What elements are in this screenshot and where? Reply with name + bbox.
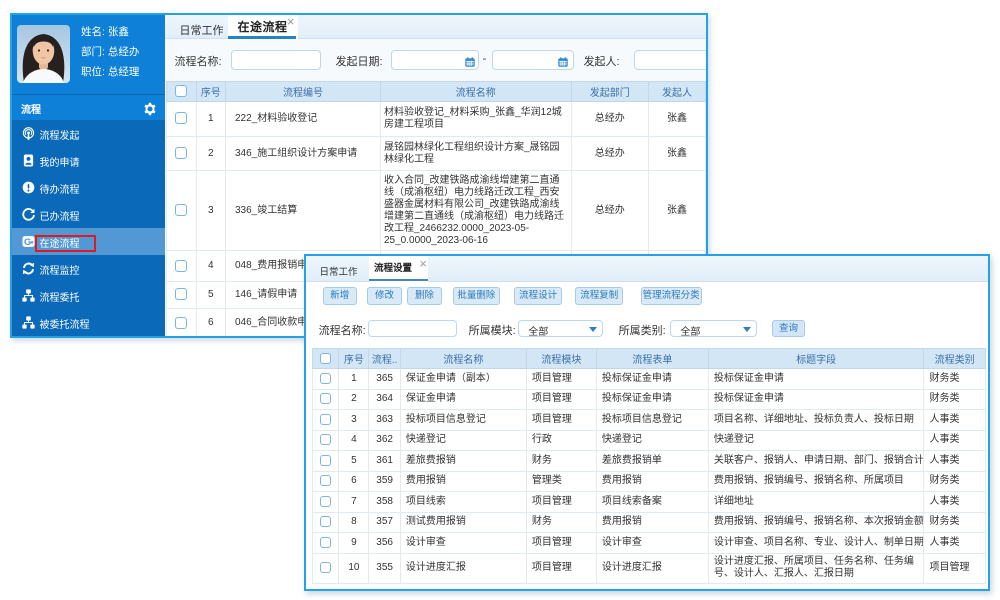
svg-text:G: G <box>24 237 31 247</box>
